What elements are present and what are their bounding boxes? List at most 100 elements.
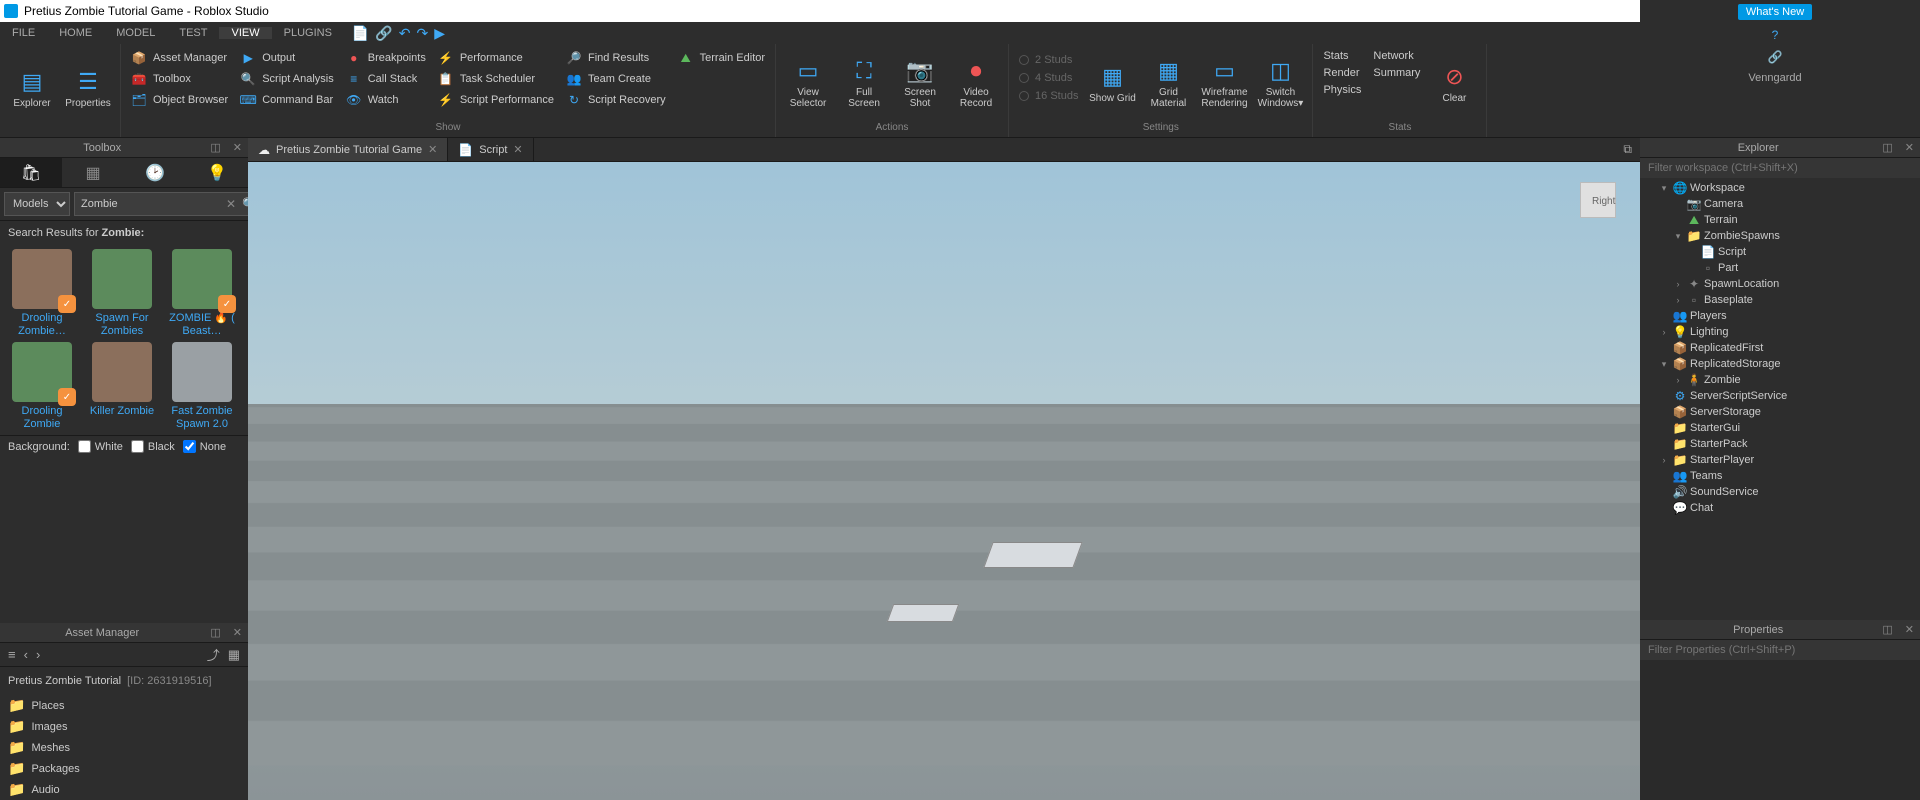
tree-node-startergui[interactable]: 📁StarterGui [1640, 420, 1920, 436]
toolbox-tab-marketplace[interactable]: 🛍 [0, 158, 62, 187]
tree-node-zombie[interactable]: ›🧍Zombie [1640, 372, 1920, 388]
tab-close-icon[interactable]: ✕ [428, 143, 437, 156]
explorer-filter-input[interactable] [1640, 158, 1920, 178]
search-icon[interactable]: 🔍 [239, 197, 248, 211]
share-icon[interactable]: 🔗 [1768, 50, 1783, 64]
am-upload-icon[interactable]: ⤴ [207, 645, 220, 664]
menu-test[interactable]: TEST [167, 27, 219, 39]
stats-physics-button[interactable]: Physics [1319, 82, 1365, 98]
toolbox-item[interactable]: Fast Zombie Spawn 2.0 [164, 342, 240, 431]
tree-node-chat[interactable]: 💬Chat [1640, 500, 1920, 516]
tree-node-terrain[interactable]: ⛰Terrain [1640, 212, 1920, 228]
stats-network-button[interactable]: Network [1369, 48, 1424, 64]
viewport-part[interactable] [887, 604, 960, 622]
menu-model[interactable]: MODEL [104, 27, 167, 39]
qat-play-icon[interactable]: ▶ [434, 25, 445, 42]
properties-filter-input[interactable] [1640, 640, 1920, 660]
menu-plugins[interactable]: PLUGINS [272, 27, 344, 39]
stud-option[interactable]: 4 Studs [1019, 72, 1078, 84]
tree-arrow-icon[interactable]: › [1658, 327, 1670, 337]
view-selector-gizmo[interactable]: Right [1572, 178, 1622, 228]
wireframe-rendering-button[interactable]: ▭Wireframe Rendering [1196, 46, 1252, 120]
3d-viewport[interactable]: Right [248, 162, 1640, 800]
tree-node-lighting[interactable]: ›💡Lighting [1640, 324, 1920, 340]
tree-node-soundservice[interactable]: 🔊SoundService [1640, 484, 1920, 500]
toolbox-close-icon[interactable]: ✕ [227, 141, 248, 154]
am-back-icon[interactable]: ‹ [24, 647, 28, 662]
properties-button[interactable]: ☰ Properties [60, 46, 116, 131]
watch-button[interactable]: 👁Watch [342, 90, 430, 110]
menu-view[interactable]: VIEW [219, 27, 271, 39]
menu-file[interactable]: FILE [0, 27, 47, 39]
doc-tab[interactable]: 📄Script✕ [448, 138, 533, 161]
performance-button[interactable]: ⚡Performance [434, 48, 558, 68]
toolbox-tab-creations[interactable]: 💡 [186, 158, 248, 187]
explorer-close-icon[interactable]: ✕ [1899, 141, 1920, 154]
tree-node-players[interactable]: 👥Players [1640, 308, 1920, 324]
help-icon[interactable]: ? [1772, 28, 1779, 42]
script-performance-button[interactable]: ⚡Script Performance [434, 90, 558, 110]
search-clear-icon[interactable]: ✕ [223, 197, 239, 211]
asset-folder-audio[interactable]: 📁Audio [0, 779, 248, 800]
tree-arrow-icon[interactable]: › [1658, 455, 1670, 465]
find-results-button[interactable]: 🔎Find Results [562, 48, 670, 68]
bg-white-radio[interactable]: White [78, 440, 123, 453]
asset-folder-places[interactable]: 📁Places [0, 695, 248, 716]
object-browser-button[interactable]: 🗂Object Browser [127, 90, 232, 110]
tree-node-starterplayer[interactable]: ›📁StarterPlayer [1640, 452, 1920, 468]
stats-render-button[interactable]: Render [1319, 65, 1365, 81]
toolbox-search-input[interactable] [81, 198, 223, 210]
qat-redo-icon[interactable]: ↷ [417, 25, 429, 42]
switch-windows--button[interactable]: ◫Switch Windows▾ [1252, 46, 1308, 120]
toolbox-item[interactable]: Spawn For Zombies [84, 249, 160, 338]
grid-material-button[interactable]: ▦Grid Material [1140, 46, 1196, 120]
asset-folder-packages[interactable]: 📁Packages [0, 758, 248, 779]
bg-black-radio[interactable]: Black [131, 440, 175, 453]
whats-new-button[interactable]: What's New [1738, 4, 1812, 20]
toolbox-item[interactable]: Killer Zombie [84, 342, 160, 431]
tree-arrow-icon[interactable]: ▾ [1658, 359, 1670, 370]
assetmgr-close-icon[interactable]: ✕ [227, 626, 248, 639]
tree-arrow-icon[interactable]: › [1672, 295, 1684, 305]
script-recovery-button[interactable]: ↻Script Recovery [562, 90, 670, 110]
properties-popout-icon[interactable]: ◫ [1876, 623, 1898, 636]
call-stack-button[interactable]: ≡Call Stack [342, 69, 430, 89]
terrain-editor-button[interactable]: ⛰ Terrain Editor [674, 48, 769, 68]
stats-stats-button[interactable]: Stats [1319, 48, 1365, 64]
tree-node-starterpack[interactable]: 📁StarterPack [1640, 436, 1920, 452]
qat-open-icon[interactable]: 🔗 [375, 25, 392, 42]
tree-arrow-icon[interactable]: ▾ [1672, 231, 1684, 242]
command-bar-button[interactable]: ⌨Command Bar [236, 90, 338, 110]
toolbox-category-select[interactable]: Models [4, 192, 70, 216]
tree-node-teams[interactable]: 👥Teams [1640, 468, 1920, 484]
tree-arrow-icon[interactable]: ▾ [1658, 183, 1670, 194]
task-scheduler-button[interactable]: 📋Task Scheduler [434, 69, 558, 89]
properties-close-icon[interactable]: ✕ [1899, 623, 1920, 636]
tree-arrow-icon[interactable]: › [1672, 279, 1684, 289]
qat-save-icon[interactable]: ↶ [399, 25, 411, 42]
menu-home[interactable]: HOME [47, 27, 104, 39]
show-grid-button[interactable]: ▦Show Grid [1084, 46, 1140, 120]
qat-new-icon[interactable]: 📄 [352, 25, 369, 42]
toolbox-button[interactable]: 🧰Toolbox [127, 69, 232, 89]
username-label[interactable]: Venngardd [1748, 72, 1801, 84]
toolbox-item[interactable]: ✓ZOMBIE 🔥 ( Beast… [164, 249, 240, 338]
toolbox-tab-inventory[interactable]: ▦ [62, 158, 124, 187]
asset-folder-meshes[interactable]: 📁Meshes [0, 737, 248, 758]
full-screen-button[interactable]: ⛶Full Screen [836, 46, 892, 120]
tree-node-serverstorage[interactable]: 📦ServerStorage [1640, 404, 1920, 420]
viewport-expand-icon[interactable]: ⧉ [1615, 142, 1640, 157]
tab-close-icon[interactable]: ✕ [513, 143, 522, 156]
tree-node-part[interactable]: ▫Part [1640, 260, 1920, 276]
screen-shot-button[interactable]: 📷Screen Shot [892, 46, 948, 120]
asset-folder-images[interactable]: 📁Images [0, 716, 248, 737]
team-create-button[interactable]: 👥Team Create [562, 69, 670, 89]
tree-node-serverscriptservice[interactable]: ⚙ServerScriptService [1640, 388, 1920, 404]
tree-node-camera[interactable]: 📷Camera [1640, 196, 1920, 212]
bg-none-radio[interactable]: None [183, 440, 226, 453]
tree-arrow-icon[interactable]: › [1672, 375, 1684, 385]
am-grid-icon[interactable]: ▦ [228, 647, 240, 663]
assetmgr-popout-icon[interactable]: ◫ [204, 626, 226, 639]
view-selector-button[interactable]: ▭View Selector [780, 46, 836, 120]
am-menu-icon[interactable]: ≡ [8, 647, 16, 662]
